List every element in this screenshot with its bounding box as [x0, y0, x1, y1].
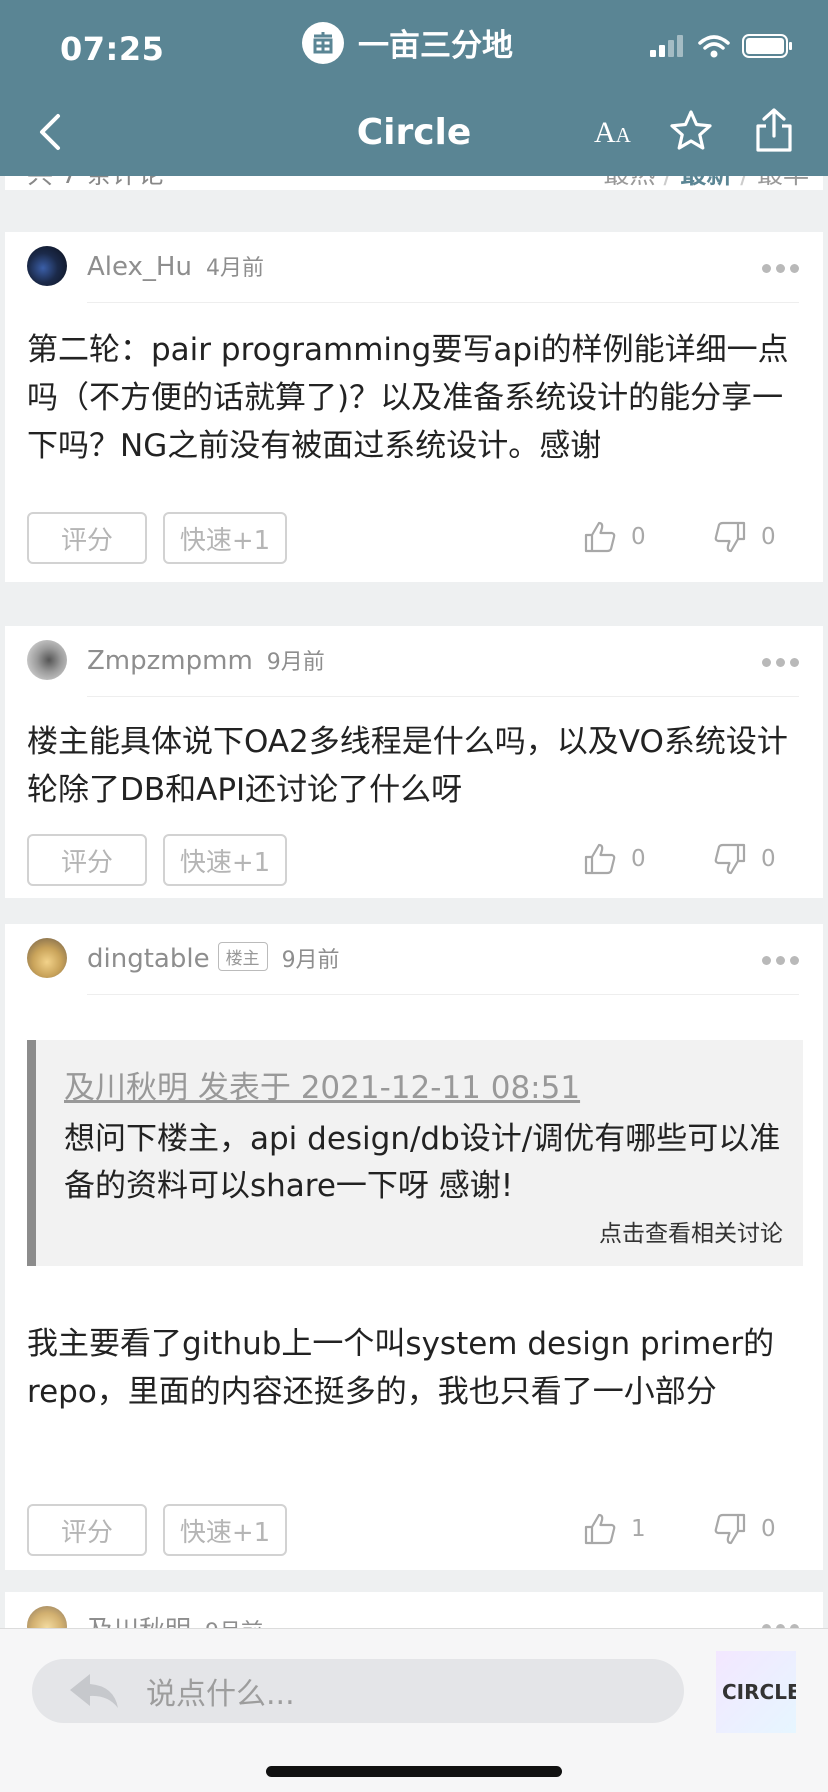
comment-time: 9月前 [266, 650, 325, 675]
comment-time: 4月前 [205, 256, 264, 281]
quick-plus-one-button[interactable]: 快速+1 [163, 834, 287, 886]
dislike-count: 0 [761, 524, 776, 550]
comment-header: dingtable 楼主 9月前 [5, 924, 823, 998]
more-options-icon[interactable] [762, 956, 799, 965]
like-count: 1 [631, 1516, 646, 1542]
circle-logo[interactable]: CIRCLE [716, 1651, 796, 1733]
thumbs-up-icon [584, 843, 616, 875]
avatar[interactable] [27, 246, 67, 286]
battery-icon [742, 34, 792, 58]
status-icons [650, 34, 794, 58]
reply-arrow-icon [70, 1674, 118, 1708]
dislike-button[interactable]: 0 [713, 520, 776, 554]
divider [87, 696, 799, 697]
comment-header: Alex_Hu 4月前 [5, 232, 823, 306]
home-indicator [266, 1766, 562, 1777]
dislike-button[interactable]: 0 [713, 1512, 776, 1546]
avatar[interactable] [27, 938, 67, 978]
view-discussion-link[interactable]: 点击查看相关讨论 [599, 1214, 783, 1248]
quoted-comment[interactable]: 及川秋明 发表于 2021-12-11 08:51 想问下楼主，api desi… [27, 1040, 803, 1266]
author-name[interactable]: dingtable [87, 944, 210, 974]
comment-body: 第二轮：pair programming要写api的样例能详细一点吗（不方便的话… [27, 332, 789, 464]
thumbs-up-icon [584, 521, 616, 553]
signal-icon [650, 35, 683, 57]
comment-time: 9月前 [281, 948, 340, 973]
rate-button[interactable]: 评分 [27, 512, 147, 564]
brand-logo-icon [302, 21, 344, 64]
rate-button[interactable]: 评分 [27, 834, 147, 886]
comment-author[interactable]: dingtable 楼主 9月前 [87, 942, 340, 974]
status-time: 07:25 [60, 30, 165, 68]
dislike-count: 0 [761, 846, 776, 872]
status-bar: 07:25 一亩三分地 [0, 0, 828, 90]
comment-count: 共 7 条评论 [27, 176, 164, 191]
quick-plus-one-button[interactable]: 快速+1 [163, 512, 287, 564]
comment-card: 及川秋明 9月前 [5, 1592, 823, 1628]
comment-author[interactable]: 及川秋明 9月前 [87, 1610, 263, 1628]
wifi-icon [698, 35, 730, 58]
font-size-button[interactable]: AA [594, 116, 631, 150]
comment-header: Zmpzmpmm 9月前 [5, 626, 823, 700]
comment-body: 楼主能具体说下OA2多线程是什么吗，以及VO系统设计轮除了DB和API还讨论了什… [27, 724, 788, 808]
like-count: 0 [631, 846, 646, 872]
comment-card: dingtable 楼主 9月前 及川秋明 发表于 2021-12-11 08:51… [5, 924, 823, 1570]
more-options-icon[interactable] [762, 658, 799, 667]
rate-button[interactable]: 评分 [27, 1504, 147, 1556]
dislike-count: 0 [761, 1516, 776, 1542]
comment-actions: 评分 快速+1 0 0 [5, 512, 823, 568]
comment-input[interactable]: 说点什么... [32, 1659, 684, 1723]
comment-header: 及川秋明 9月前 [5, 1592, 823, 1628]
comment-actions: 评分 快速+1 1 0 [5, 1504, 823, 1560]
like-button[interactable]: 1 [583, 1512, 646, 1546]
brand: 一亩三分地 [302, 20, 513, 65]
circle-logo-text: CIRCLE [722, 1680, 796, 1704]
comment-card: Zmpzmpmm 9月前 楼主能具体说下OA2多线程是什么吗，以及VO系统设计轮除… [5, 626, 823, 898]
author-name[interactable]: Zmpzmpmm [87, 646, 253, 676]
sort-newest[interactable]: 最新 [680, 176, 732, 190]
comment-card: Alex_Hu 4月前 第二轮：pair programming要写api的样例能… [5, 232, 823, 582]
sort-options: 最热/最新/最早 [603, 176, 809, 191]
quote-header[interactable]: 及川秋明 发表于 2021-12-11 08:51 [64, 1062, 580, 1107]
thumbs-down-icon [714, 843, 746, 875]
font-size-big-label: A [594, 116, 616, 149]
star-icon[interactable] [668, 108, 714, 154]
divider [87, 302, 799, 303]
divider [87, 994, 799, 995]
font-size-small-label: A [615, 123, 631, 147]
comment-list: 共 7 条评论 最热/最新/最早 Alex_Hu 4月前 第二轮：pair pro… [0, 176, 828, 1628]
avatar[interactable] [27, 640, 67, 680]
comment-body: 我主要看了github上一个叫system design primer的repo… [27, 1326, 775, 1410]
comment-author[interactable]: Alex_Hu 4月前 [87, 250, 264, 282]
more-options-icon[interactable] [762, 264, 799, 273]
comment-author[interactable]: Zmpzmpmm 9月前 [87, 644, 325, 676]
thumbs-down-icon [714, 1513, 746, 1545]
app-header: 07:25 一亩三分地 Circle AA [0, 0, 828, 176]
avatar[interactable] [27, 1606, 67, 1628]
comment-time: 9月前 [205, 1620, 263, 1628]
like-button[interactable]: 0 [583, 520, 646, 554]
sort-oldest[interactable]: 最早 [757, 176, 809, 190]
like-button[interactable]: 0 [583, 842, 646, 876]
comment-input-placeholder: 说点什么... [146, 1677, 295, 1712]
thumbs-up-icon [584, 1513, 616, 1545]
quick-plus-one-button[interactable]: 快速+1 [163, 1504, 287, 1556]
quote-body: 想问下楼主，api design/db设计/调优有哪些可以准备的资料可以shar… [64, 1121, 781, 1204]
dislike-button[interactable]: 0 [713, 842, 776, 876]
like-count: 0 [631, 524, 646, 550]
share-icon[interactable] [752, 106, 796, 154]
sort-hot[interactable]: 最热 [603, 176, 655, 190]
comment-sort-bar: 共 7 条评论 最热/最新/最早 [5, 176, 823, 190]
nav-bar: Circle AA [0, 90, 828, 176]
author-name[interactable]: Alex_Hu [87, 252, 192, 282]
brand-name: 一亩三分地 [358, 28, 513, 64]
owner-badge: 楼主 [217, 942, 268, 971]
thumbs-down-icon [714, 521, 746, 553]
comment-actions: 评分 快速+1 0 0 [5, 834, 823, 890]
author-name[interactable]: 及川秋明 [87, 1616, 191, 1628]
